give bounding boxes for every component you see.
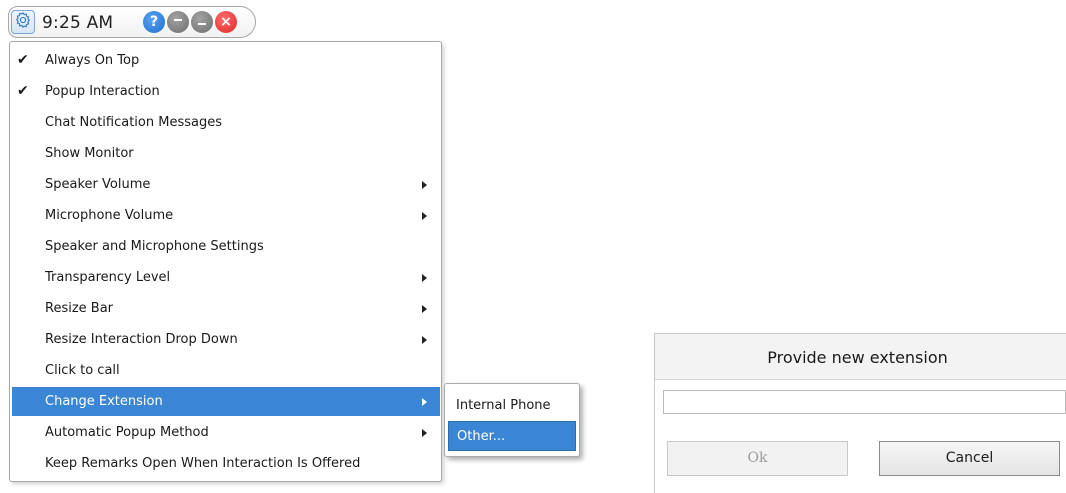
submenu-arrow-icon [422,336,427,344]
menu-item-label: Speaker Volume [45,177,151,192]
submenu-arrow-icon [422,429,427,437]
menu-item-change-extension[interactable]: Change Extension [12,387,440,416]
menu-item-chat-notification-messages[interactable]: Chat Notification Messages [12,108,440,137]
restore-button[interactable] [191,11,213,33]
menu-item-label: Keep Remarks Open When Interaction Is Of… [45,456,361,471]
menu-item-resize-interaction-drop-down[interactable]: Resize Interaction Drop Down [12,325,440,354]
menu-item-popup-interaction[interactable]: ✔ Popup Interaction [12,77,440,106]
checkmark-icon: ✔ [17,52,29,68]
menu-item-label: Speaker and Microphone Settings [45,239,264,254]
submenu-arrow-icon [422,212,427,220]
menu-item-show-monitor[interactable]: Show Monitor [12,139,440,168]
menu-item-label: Always On Top [45,53,140,68]
menu-item-keep-remarks-open[interactable]: Keep Remarks Open When Interaction Is Of… [12,449,440,478]
menu-item-label: Resize Bar [45,301,114,316]
submenu-arrow-icon [422,305,427,313]
menu-item-label: Microphone Volume [45,208,174,223]
settings-button[interactable] [11,10,35,34]
menu-item-label: Change Extension [45,394,163,409]
change-extension-submenu: Internal Phone Other... [444,383,580,457]
restore-icon [196,13,208,32]
settings-menu: ✔ Always On Top ✔ Popup Interaction Chat… [9,41,442,482]
clock-time: 9:25 AM [42,13,114,33]
minimize-icon [172,13,184,32]
menu-item-label: Automatic Popup Method [45,425,209,440]
menu-item-label: Chat Notification Messages [45,115,222,130]
menu-item-label: Resize Interaction Drop Down [45,332,238,347]
menu-item-click-to-call[interactable]: Click to call [12,356,440,385]
minimize-button[interactable] [167,11,189,33]
checkmark-icon: ✔ [17,83,29,99]
cancel-button[interactable]: Cancel [879,441,1060,476]
close-icon: × [220,14,232,30]
menu-item-automatic-popup-method[interactable]: Automatic Popup Method [12,418,440,447]
menu-item-label: Click to call [45,363,120,378]
extension-dialog: Provide new extension Ok Cancel [654,333,1066,493]
title-bar: 9:25 AM ? × [8,6,256,38]
menu-item-label: Popup Interaction [45,84,160,99]
submenu-arrow-icon [422,274,427,282]
dialog-header: Provide new extension [655,333,1066,380]
menu-item-transparency-level[interactable]: Transparency Level [12,263,440,292]
submenu-item-internal-phone[interactable]: Internal Phone [448,391,576,421]
menu-item-speaker-volume[interactable]: Speaker Volume [12,170,440,199]
gear-icon [14,11,32,33]
menu-item-speaker-microphone-settings[interactable]: Speaker and Microphone Settings [12,232,440,261]
menu-item-microphone-volume[interactable]: Microphone Volume [12,201,440,230]
menu-item-resize-bar[interactable]: Resize Bar [12,294,440,323]
extension-input[interactable] [663,390,1066,414]
dialog-title: Provide new extension [767,348,948,367]
ok-button[interactable]: Ok [667,441,848,476]
submenu-arrow-icon [422,398,427,406]
submenu-item-other[interactable]: Other... [448,421,576,451]
menu-item-label: Transparency Level [45,270,171,285]
menu-item-always-on-top[interactable]: ✔ Always On Top [12,46,440,75]
question-icon: ? [149,14,159,30]
menu-item-label: Show Monitor [45,146,134,161]
help-button[interactable]: ? [143,11,165,33]
submenu-arrow-icon [422,181,427,189]
close-button[interactable]: × [215,11,237,33]
